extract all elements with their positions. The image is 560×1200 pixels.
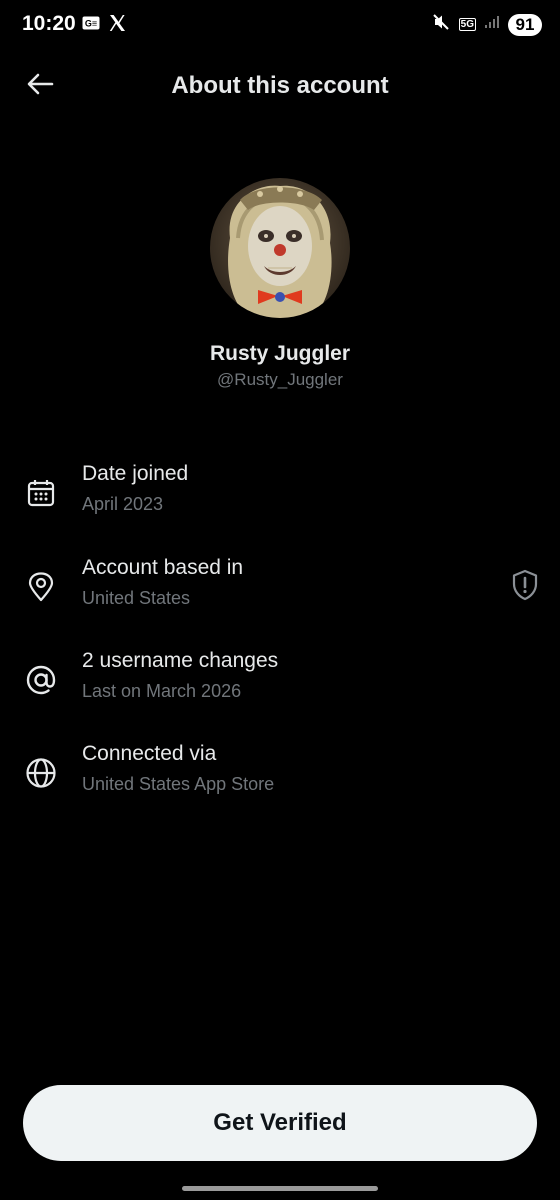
info-title: Date joined [82, 462, 189, 485]
info-row-username-changes: 2 username changes Last on March 2026 [0, 647, 560, 717]
home-indicator[interactable] [182, 1186, 378, 1191]
display-name: Rusty Juggler [209, 342, 351, 365]
page-title: About this account [171, 72, 389, 99]
battery-indicator: 91 [508, 13, 542, 36]
at-sign-icon [24, 663, 58, 697]
info-value: Last on March 2026 [82, 681, 242, 701]
header: About this account [0, 60, 560, 112]
info-row-account-based-in: Account based in United States [0, 554, 560, 624]
info-title: Connected via [82, 742, 217, 765]
info-value: April 2023 [82, 494, 164, 514]
gmail-notification-icon: G≡ [82, 16, 100, 35]
status-notification-icons: G≡ [82, 14, 126, 37]
info-value: United States [82, 588, 191, 608]
mute-icon [431, 12, 451, 37]
svg-text:G≡: G≡ [85, 19, 97, 29]
globe-icon [24, 756, 58, 790]
info-value: United States App Store [82, 774, 275, 794]
info-title: Account based in [82, 556, 244, 579]
username-handle: @Rusty_Juggler [217, 370, 343, 389]
get-verified-button[interactable]: Get Verified [23, 1085, 537, 1161]
status-time: 10:20 [22, 12, 76, 35]
calendar-icon [24, 476, 58, 510]
network-type-label: 5G [458, 18, 476, 31]
info-row-date-joined: Date joined April 2023 [0, 460, 560, 530]
x-logo-icon [108, 14, 126, 37]
shield-icon[interactable] [510, 568, 540, 602]
status-bar: 10:20 G≡ 5G 91 [0, 0, 560, 50]
info-title: 2 username changes [82, 649, 279, 672]
location-pin-icon [24, 570, 58, 604]
signal-icon [484, 15, 500, 34]
status-system-icons: 5G 91 [431, 12, 542, 37]
info-row-connected-via: Connected via United States App Store [0, 740, 560, 810]
avatar[interactable] [210, 178, 350, 318]
